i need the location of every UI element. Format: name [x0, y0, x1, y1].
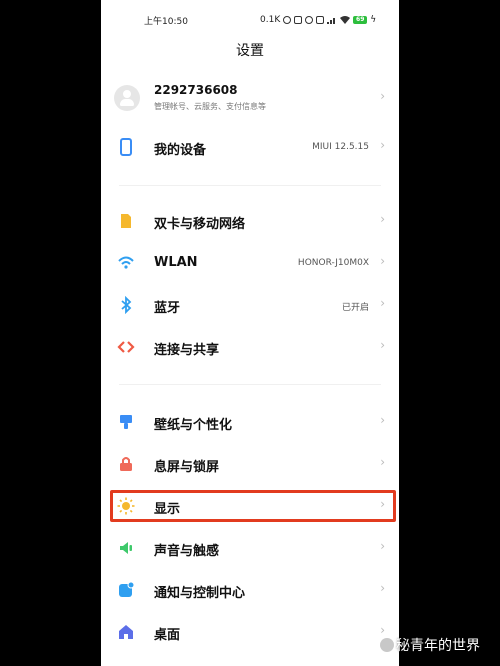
wifi-status-icon	[340, 16, 351, 24]
nfc-icon	[316, 16, 325, 24]
settings-item-home-screen[interactable]: 桌面 ›	[101, 620, 399, 644]
sim-card-icon	[121, 214, 131, 228]
bluetooth-icon	[121, 296, 132, 314]
watermark-text: 秘青年的世界	[396, 638, 480, 654]
account-name: 2292736608	[154, 83, 238, 97]
chevron-right-icon: ›	[380, 89, 385, 103]
settings-item-label: 桌面	[154, 628, 181, 643]
wifi-icon	[118, 256, 134, 269]
network-speed: 0.1K	[260, 15, 281, 25]
account-row[interactable]: 2292736608 管理帐号、云服务、支付信息等 ›	[101, 75, 399, 123]
wallpaper-icon	[120, 415, 132, 429]
settings-item-sound[interactable]: 声音与触感 ›	[101, 536, 399, 560]
status-time: 上午10:50	[144, 17, 188, 27]
settings-item-my-device[interactable]: 我的设备 MIUI 12.5.15 ›	[101, 135, 399, 159]
account-subtitle: 管理帐号、云服务、支付信息等	[154, 102, 266, 111]
settings-item-label: 连接与共享	[154, 343, 220, 358]
settings-item-label: 壁纸与个性化	[154, 418, 233, 433]
settings-item-value: 已开启	[341, 303, 369, 313]
settings-item-label: WLAN	[154, 255, 198, 270]
settings-item-label: 我的设备	[154, 143, 207, 158]
settings-item-label: 息屏与锁屏	[154, 460, 220, 475]
chevron-right-icon: ›	[380, 138, 385, 152]
settings-item-notifications[interactable]: 通知与控制中心 ›	[101, 578, 399, 602]
charging-icon: ϟ	[370, 15, 377, 25]
battery-indicator: 69	[353, 16, 368, 24]
chevron-right-icon: ›	[380, 212, 385, 226]
settings-item-value: HONOR-J10M0X	[297, 258, 369, 268]
settings-item-connection-sharing[interactable]: 连接与共享 ›	[101, 335, 399, 359]
settings-item-wallpaper[interactable]: 壁纸与个性化 ›	[101, 410, 399, 434]
lock-icon	[120, 457, 132, 471]
chevron-right-icon: ›	[380, 296, 385, 310]
settings-item-label: 通知与控制中心	[154, 586, 246, 601]
settings-item-lock-screen[interactable]: 息屏与锁屏 ›	[101, 452, 399, 476]
chevron-right-icon: ›	[380, 413, 385, 427]
vibrate-icon	[294, 16, 303, 24]
dnd-icon	[305, 16, 314, 24]
status-bar: 上午10:50 0.1K 69 ϟ	[101, 12, 399, 28]
chevron-right-icon: ›	[380, 581, 385, 595]
settings-item-label: 双卡与移动网络	[154, 217, 246, 232]
watermark-logo-icon	[380, 638, 394, 652]
chevron-right-icon: ›	[380, 338, 385, 352]
settings-item-bluetooth[interactable]: 蓝牙 已开启 ›	[101, 293, 399, 317]
chevron-right-icon: ›	[380, 254, 385, 268]
signal-icon	[327, 18, 336, 24]
settings-item-value: MIUI 12.5.15	[312, 142, 369, 152]
section-divider	[119, 185, 381, 186]
settings-item-wlan[interactable]: WLAN HONOR-J10M0X ›	[101, 251, 399, 275]
watermark: 秘青年的世界	[380, 635, 480, 655]
settings-item-label: 声音与触感	[154, 544, 220, 559]
avatar	[114, 85, 140, 111]
status-icons: 0.1K 69 ϟ	[260, 12, 376, 28]
connection-share-icon	[117, 341, 135, 353]
highlight-box	[110, 490, 396, 522]
chevron-right-icon: ›	[380, 539, 385, 553]
notification-icon	[119, 581, 135, 597]
settings-screen: 上午10:50 0.1K 69 ϟ 设置 2292736608 管理帐号、云服务…	[101, 0, 399, 666]
settings-item-dual-sim[interactable]: 双卡与移动网络 ›	[101, 209, 399, 233]
chevron-right-icon: ›	[380, 455, 385, 469]
home-icon	[119, 625, 133, 639]
section-divider	[119, 384, 381, 385]
phone-device-icon	[120, 138, 132, 156]
speaker-icon	[120, 542, 132, 554]
alarm-icon	[283, 16, 292, 24]
settings-item-label: 蓝牙	[154, 301, 181, 316]
page-title: 设置	[236, 43, 264, 59]
